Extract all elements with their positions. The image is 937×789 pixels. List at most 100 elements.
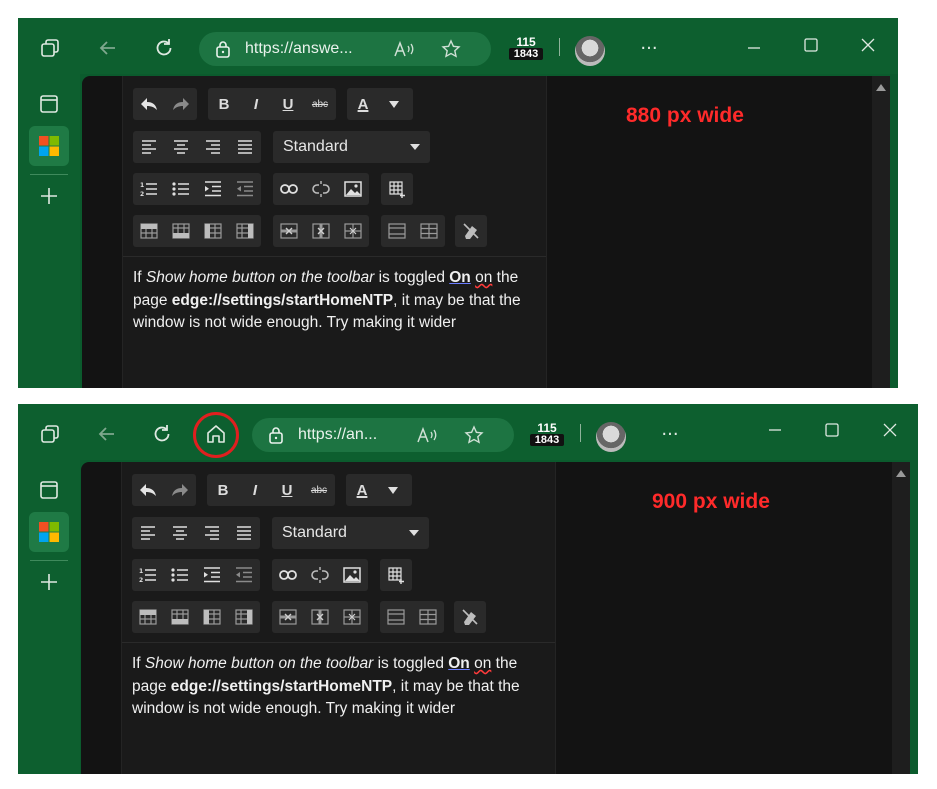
delete-row-icon[interactable] — [272, 601, 304, 633]
bold-button[interactable]: B — [207, 474, 239, 506]
strikethrough-button[interactable]: abc — [303, 474, 335, 506]
font-select[interactable]: Standard — [273, 131, 430, 163]
maximize-icon[interactable] — [799, 33, 823, 57]
insert-row-above-icon[interactable] — [132, 601, 164, 633]
undo-icon[interactable] — [133, 88, 165, 120]
indent-icon[interactable] — [197, 173, 229, 205]
favorite-icon[interactable] — [464, 425, 484, 445]
font-color-button[interactable]: A — [347, 88, 413, 120]
unlink-icon[interactable] — [304, 559, 336, 591]
italic-button[interactable]: I — [239, 474, 271, 506]
numbered-list-icon[interactable]: 12 — [132, 559, 164, 591]
url-text[interactable]: https://an... — [298, 426, 377, 444]
underline-button[interactable]: U — [272, 88, 304, 120]
link-icon[interactable] — [273, 173, 305, 205]
merge-cells-icon[interactable] — [380, 601, 412, 633]
address-bar[interactable]: https://answe... — [199, 32, 491, 66]
scroll-up-icon[interactable] — [896, 470, 906, 477]
delete-row-icon[interactable] — [273, 215, 305, 247]
outdent-icon[interactable] — [228, 559, 260, 591]
image-icon[interactable] — [337, 173, 369, 205]
vertical-tabs-icon[interactable] — [29, 470, 69, 510]
add-icon[interactable] — [29, 176, 69, 216]
insert-row-above-icon[interactable] — [133, 215, 165, 247]
delete-cell-icon[interactable] — [337, 215, 369, 247]
insert-row-below-icon[interactable] — [164, 601, 196, 633]
strikethrough-button[interactable]: abc — [304, 88, 336, 120]
italic-button[interactable]: I — [240, 88, 272, 120]
insert-column-right-icon[interactable] — [228, 601, 260, 633]
merge-cells-icon[interactable] — [381, 215, 413, 247]
unlink-icon[interactable] — [305, 173, 337, 205]
redo-icon[interactable] — [164, 474, 196, 506]
editor-paragraph[interactable]: If Show home button on the toolbar is to… — [133, 267, 548, 335]
delete-column-icon[interactable] — [305, 215, 337, 247]
numbered-list-icon[interactable]: 12 — [133, 173, 165, 205]
counter-badge[interactable]: 115 1843 — [509, 36, 543, 60]
close-icon[interactable] — [878, 418, 902, 442]
align-right-icon[interactable] — [196, 517, 228, 549]
clear-formatting-icon[interactable] — [455, 215, 487, 247]
insert-column-right-icon[interactable] — [229, 215, 261, 247]
align-center-icon[interactable] — [165, 131, 197, 163]
url-text[interactable]: https://answe... — [245, 40, 353, 58]
maximize-icon[interactable] — [820, 418, 844, 442]
underline-button[interactable]: U — [271, 474, 303, 506]
microsoft-start-icon[interactable] — [29, 512, 69, 552]
insert-column-left-icon[interactable] — [196, 601, 228, 633]
indent-icon[interactable] — [196, 559, 228, 591]
clear-formatting-icon[interactable] — [454, 601, 486, 633]
scrollbar[interactable] — [872, 76, 890, 388]
redo-icon[interactable] — [165, 88, 197, 120]
back-icon[interactable] — [93, 420, 121, 448]
align-left-icon[interactable] — [132, 517, 164, 549]
justify-icon[interactable] — [229, 131, 261, 163]
tab-actions-icon[interactable] — [36, 420, 64, 448]
minimize-icon[interactable] — [742, 36, 766, 60]
link-icon[interactable] — [272, 559, 304, 591]
microsoft-start-icon[interactable] — [29, 126, 69, 166]
back-icon[interactable] — [94, 34, 122, 62]
favorite-icon[interactable] — [441, 39, 461, 59]
lock-icon[interactable] — [268, 426, 284, 444]
insert-table-icon[interactable] — [380, 559, 412, 591]
insert-row-below-icon[interactable] — [165, 215, 197, 247]
more-icon[interactable]: ··· — [634, 36, 664, 60]
lock-icon[interactable] — [215, 40, 231, 58]
delete-column-icon[interactable] — [304, 601, 336, 633]
font-select[interactable]: Standard — [272, 517, 429, 549]
image-icon[interactable] — [336, 559, 368, 591]
delete-cell-icon[interactable] — [336, 601, 368, 633]
bold-button[interactable]: B — [208, 88, 240, 120]
add-icon[interactable] — [29, 562, 69, 602]
minimize-icon[interactable] — [763, 418, 787, 442]
scrollbar[interactable] — [892, 462, 910, 774]
align-left-icon[interactable] — [133, 131, 165, 163]
insert-column-left-icon[interactable] — [197, 215, 229, 247]
scroll-up-icon[interactable] — [876, 84, 886, 91]
read-aloud-icon[interactable] — [416, 426, 438, 444]
address-bar[interactable]: https://an... — [252, 418, 514, 452]
read-aloud-icon[interactable] — [393, 40, 415, 58]
close-icon[interactable] — [856, 33, 880, 57]
refresh-icon[interactable] — [148, 420, 176, 448]
tab-actions-icon[interactable] — [36, 34, 64, 62]
editor-paragraph[interactable]: If Show home button on the toolbar is to… — [132, 653, 547, 721]
justify-icon[interactable] — [228, 517, 260, 549]
split-cells-icon[interactable] — [413, 215, 445, 247]
refresh-icon[interactable] — [150, 34, 178, 62]
avatar[interactable] — [596, 422, 626, 452]
avatar[interactable] — [575, 36, 605, 66]
align-right-icon[interactable] — [197, 131, 229, 163]
bullet-list-icon[interactable] — [164, 559, 196, 591]
more-icon[interactable]: ··· — [655, 422, 685, 446]
vertical-tabs-icon[interactable] — [29, 84, 69, 124]
outdent-icon[interactable] — [229, 173, 261, 205]
bullet-list-icon[interactable] — [165, 173, 197, 205]
split-cells-icon[interactable] — [412, 601, 444, 633]
undo-icon[interactable] — [132, 474, 164, 506]
counter-badge[interactable]: 115 1843 — [530, 422, 564, 446]
font-color-button[interactable]: A — [346, 474, 412, 506]
insert-table-icon[interactable] — [381, 173, 413, 205]
align-center-icon[interactable] — [164, 517, 196, 549]
